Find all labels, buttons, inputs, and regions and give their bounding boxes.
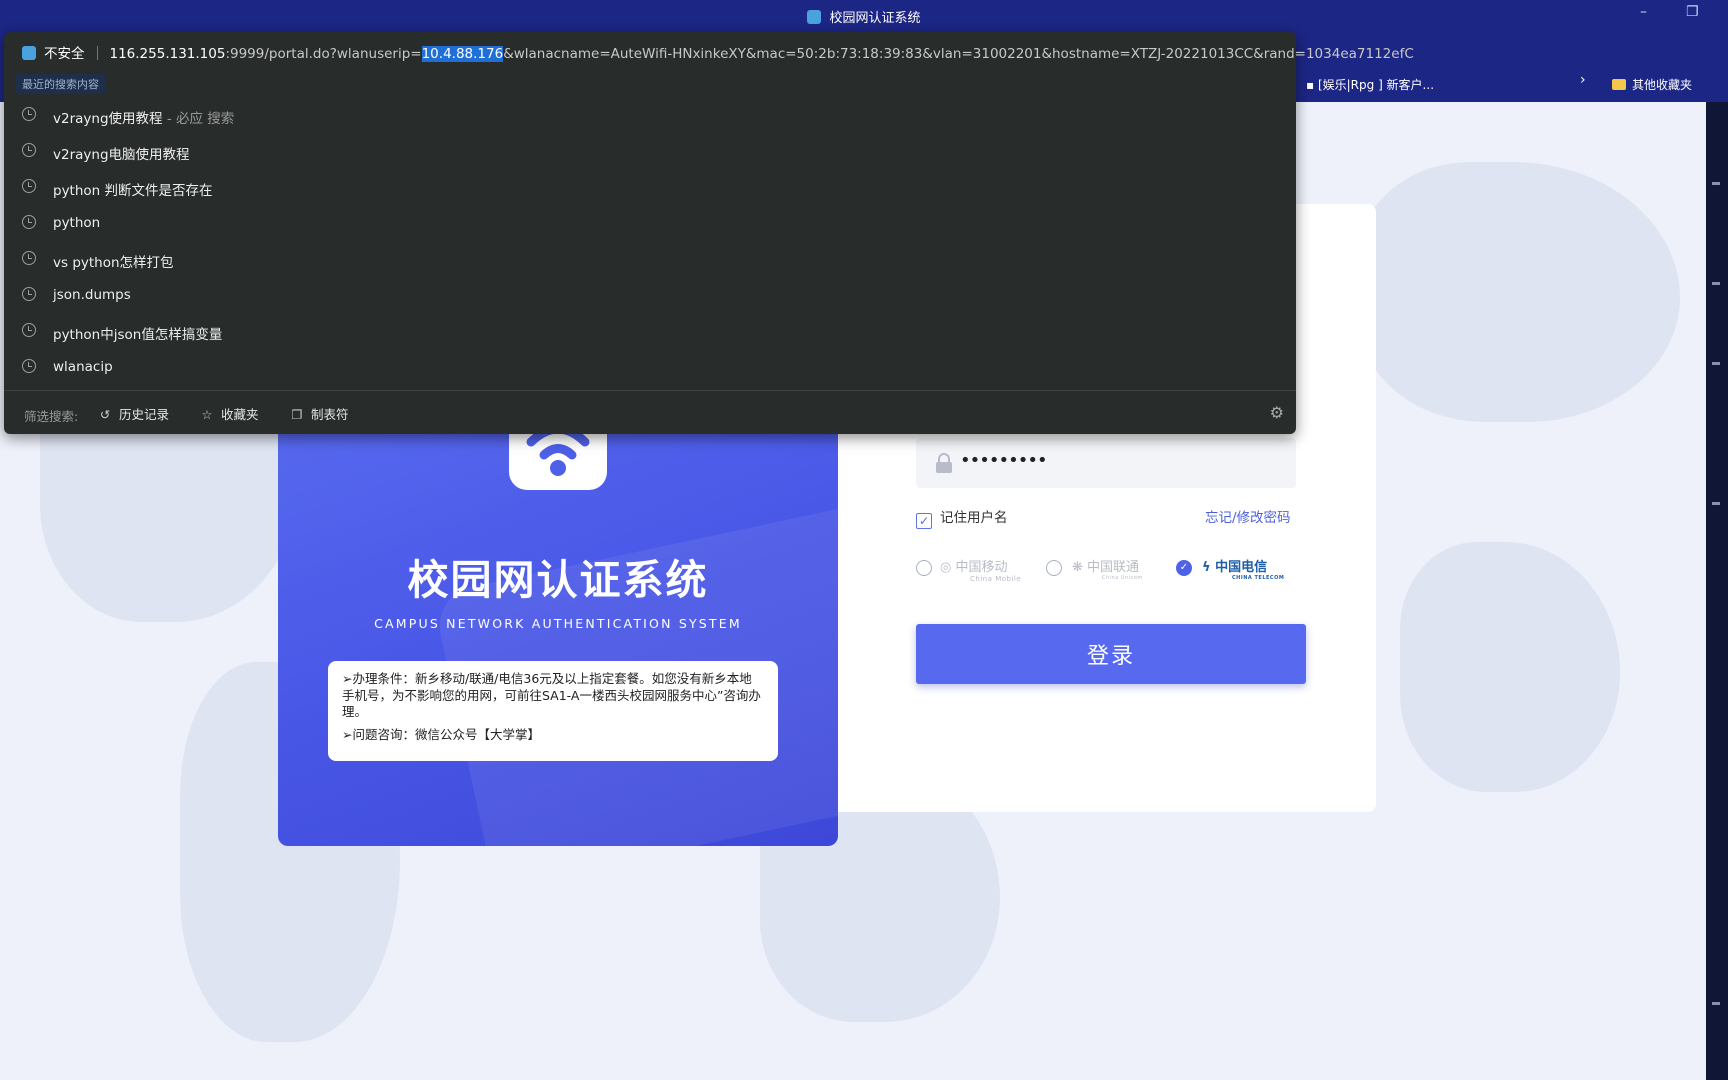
scroll-marker [1712, 182, 1720, 185]
folder-icon [1612, 79, 1626, 90]
game-icon: ▪ [1306, 78, 1318, 92]
suggestion-text: wlanacip [53, 359, 113, 375]
scroll-marker [1712, 282, 1720, 285]
lock-icon [936, 453, 952, 473]
scroll-marker [1712, 362, 1720, 365]
radio-telecom-selected[interactable]: ✓ [1176, 560, 1192, 576]
radio-unicom[interactable] [1046, 560, 1062, 576]
remember-checkbox[interactable]: ✓ [916, 513, 932, 529]
history-icon: ↺ [99, 407, 111, 422]
url-path: :9999/portal.do?wlanuserip= [225, 46, 422, 62]
sidebar-strip [1706, 32, 1728, 102]
suggestion-text: python [53, 215, 101, 231]
recent-searches-label: 最近的搜索内容 [16, 74, 105, 94]
address-bar-dropdown: 不安全 116.255.131.105:9999/portal.do?wlanus… [4, 32, 1414, 435]
app-icon [807, 10, 822, 24]
suggestion-item[interactable]: wlanacip [4, 350, 1296, 386]
history-icon [22, 179, 36, 193]
filter-history-button[interactable]: ↺ 历史记录 [98, 404, 169, 423]
star-icon: ☆ [201, 407, 213, 422]
radio-mobile[interactable] [916, 560, 932, 576]
login-button[interactable]: 登录 [916, 624, 1306, 684]
password-field[interactable]: ••••••••• [916, 438, 1296, 488]
bookmark-other-favorites[interactable]: 其他收藏夹 [1612, 76, 1692, 93]
history-icon [22, 143, 36, 157]
scroll-marker [1712, 502, 1720, 505]
suggestion-text: v2rayng使用教程 [53, 111, 163, 127]
page-scrollbar[interactable] [1706, 102, 1728, 1080]
suggestion-item[interactable]: vs python怎样打包 [4, 242, 1296, 278]
suggestion-item[interactable]: python中json值怎样搞变量 [4, 314, 1296, 350]
isp-option-telecom[interactable]: ✓ ϟ 中国电信 CHINA TELECOM [1176, 552, 1286, 582]
suggestion-item[interactable]: python [4, 206, 1296, 242]
map-shape [1360, 162, 1680, 422]
china-unicom-logo: ❋ 中国联通 China Unicom [1072, 560, 1143, 581]
china-mobile-logo: ◎ 中国移动 China Mobile [940, 560, 1022, 583]
suggestion-text: python 判断文件是否存在 [53, 183, 213, 199]
history-icon [22, 323, 36, 337]
suggestion-text: python中json值怎样搞变量 [53, 327, 223, 343]
remember-label: 记住用户名 [940, 510, 1008, 526]
url-selected-text: 10.4.88.176 [421, 46, 504, 62]
bookmark-entertainment[interactable]: ▪ [娱乐|Rpg ] 新客户... [1306, 76, 1434, 93]
system-title: 校园网认证系统 [407, 556, 709, 604]
scroll-marker [1712, 1002, 1720, 1005]
history-icon [22, 107, 36, 121]
map-shape [1400, 542, 1620, 792]
suggestion-item[interactable]: json.dumps [4, 278, 1296, 314]
not-secure-label[interactable]: 不安全 [44, 46, 85, 62]
tabs-icon: ❐ [291, 407, 303, 422]
suggestion-item[interactable]: v2rayng使用教程 - 必应 搜索 [4, 98, 1296, 134]
divider [96, 46, 98, 60]
china-telecom-logo: ϟ 中国电信 CHINA TELECOM [1202, 560, 1285, 581]
suggestion-item[interactable]: python 判断文件是否存在 [4, 170, 1296, 206]
isp-option-mobile[interactable]: ◎ 中国移动 China Mobile [916, 552, 1026, 583]
isp-option-unicom[interactable]: ❋ 中国联通 China Unicom [1046, 552, 1156, 582]
restore-button[interactable]: ❐ [1686, 4, 1699, 20]
history-icon [22, 215, 36, 229]
remember-username[interactable]: ✓ 记住用户名 [916, 506, 1008, 529]
notice-conditions: ➢办理条件：新乡移动/联通/电信36元及以上指定套餐。如您没有新乡本地手机号，为… [342, 671, 761, 719]
window-title-text: 校园网认证系统 [829, 11, 921, 26]
china-unicom-logo-icon: ❋ [1072, 560, 1083, 575]
notice-box: ➢办理条件：新乡移动/联通/电信36元及以上指定套餐。如您没有新乡本地手机号，为… [328, 661, 778, 761]
password-value: ••••••••• [960, 450, 1048, 471]
title-bar: 校园网认证系统 – ❐ [0, 0, 1728, 32]
notice-contact: ➢问题咨询：微信公众号【大学掌】 [342, 726, 540, 742]
site-info-icon[interactable] [22, 46, 36, 60]
system-subtitle: CAMPUS NETWORK AUTHENTICATION SYSTEM [374, 616, 742, 631]
china-mobile-logo-icon: ◎ [940, 560, 952, 575]
window-title: 校园网认证系统 [0, 7, 1728, 26]
suggestion-hint: - 必应 搜索 [162, 111, 235, 127]
search-filter-bar: 筛选搜索: ↺ 历史记录 ☆ 收藏夹 ❐ 制表符 ⚙ [4, 390, 1296, 435]
suggestion-text: vs python怎样打包 [53, 255, 174, 271]
history-icon [22, 287, 36, 301]
history-icon [22, 251, 36, 265]
forgot-password-link[interactable]: 忘记/修改密码 [1205, 506, 1291, 526]
url-host: 116.255.131.105 [109, 46, 226, 62]
filter-label: 筛选搜索: [24, 409, 79, 424]
minimize-button[interactable]: – [1640, 4, 1647, 20]
suggestion-text: json.dumps [53, 287, 131, 303]
gear-icon[interactable]: ⚙ [1270, 403, 1284, 422]
filter-tabs-button[interactable]: ❐ 制表符 [290, 404, 348, 423]
filter-favorites-button[interactable]: ☆ 收藏夹 [200, 404, 258, 423]
url-query: &wlanacname=AuteWifi-HNxinkeXY&mac=50:2b… [503, 46, 1414, 62]
suggestion-text: v2rayng电脑使用教程 [53, 147, 190, 163]
suggestion-item[interactable]: v2rayng电脑使用教程 [4, 134, 1296, 170]
bookmarks-overflow-chevron-icon[interactable]: › [1580, 72, 1586, 88]
address-bar[interactable]: 不安全 116.255.131.105:9999/portal.do?wlanus… [22, 42, 1414, 70]
china-telecom-logo-icon: ϟ [1202, 560, 1211, 575]
history-icon [22, 359, 36, 373]
